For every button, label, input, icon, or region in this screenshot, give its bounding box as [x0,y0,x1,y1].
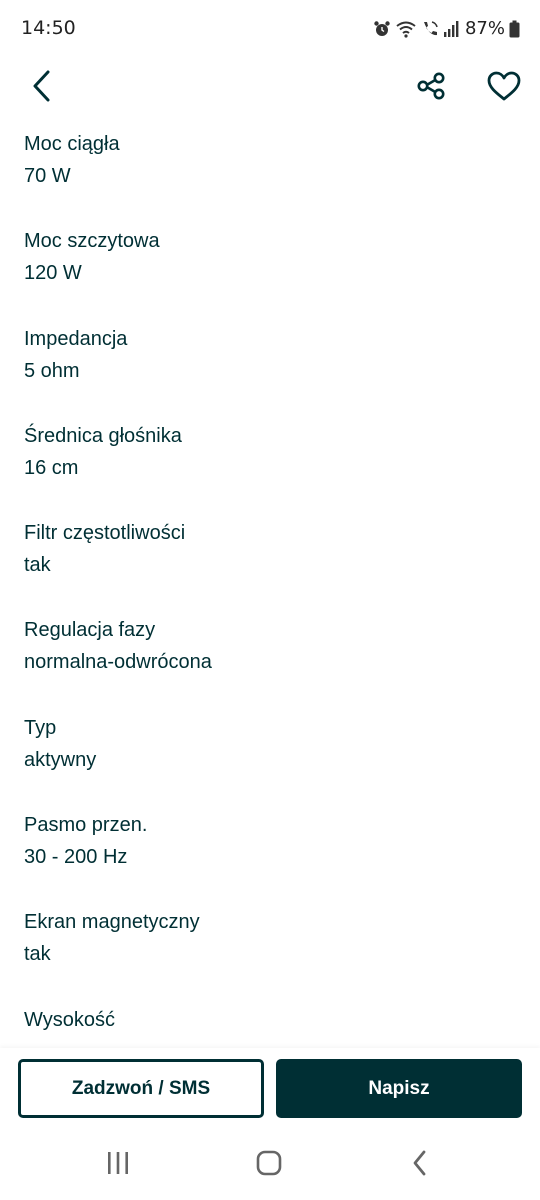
signal-icon [443,20,459,38]
back-button[interactable] [22,68,62,108]
param-row: Filtr częstotliwości tak [24,517,516,614]
param-value: normalna-odwrócona [24,651,212,674]
param-value: 5 ohm [24,359,80,382]
param-row: Moc szczytowa 120 W [24,225,516,322]
recent-apps-button[interactable] [98,1150,138,1180]
param-value: 120 W [24,262,82,285]
system-back-button[interactable] [400,1150,440,1180]
param-label: Wysokość [24,1008,115,1031]
param-value: aktywny [24,748,97,771]
alarm-icon [373,20,391,38]
param-row: Pasmo przen. 30 - 200 Hz [24,809,516,906]
param-row: Regulacja fazy normalna-odwrócona [24,614,516,711]
back-arrow-icon [30,69,54,108]
share-icon [415,70,447,107]
param-row: Średnica głośnika 16 cm [24,420,516,517]
home-button[interactable] [249,1150,289,1180]
param-label: Pasmo przen. [24,814,148,837]
param-row: Impedancja 5 ohm [24,323,516,420]
param-value: 70 W [24,165,71,187]
param-label: Moc ciągła [24,133,120,155]
favorite-button[interactable] [484,68,524,108]
heart-icon [486,70,522,107]
status-time: 14:50 [21,17,76,39]
recent-apps-icon [105,1150,131,1181]
battery-icon [509,20,520,38]
status-bar: 14:50 87% [0,0,540,60]
param-label: Regulacja fazy [24,619,156,642]
param-label: Impedancja [24,327,128,350]
param-row: Moc ciągła 70 W [24,128,516,225]
wifi-calling-icon [421,20,439,38]
write-message-button[interactable]: Napisz [276,1059,522,1118]
param-value: tak [24,554,51,577]
call-sms-button[interactable]: Zadzwoń / SMS [18,1059,264,1118]
parameters-list: Moc ciągła 70 W Moc szczytowa 120 W Impe… [24,128,516,1101]
status-icons: 87% [373,18,520,39]
param-label: Filtr częstotliwości [24,522,186,545]
param-label: Moc szczytowa [24,230,160,253]
home-icon [255,1149,283,1182]
system-nav-bar [0,1132,540,1200]
contact-actions: Zadzwoń / SMS Napisz [0,1048,540,1132]
param-value: tak [24,943,51,966]
back-icon [410,1149,430,1182]
param-value: 30 - 200 Hz [24,846,128,869]
param-value: 16 cm [24,456,79,479]
battery-percent: 87% [464,18,505,39]
top-bar [0,60,540,120]
param-row: Ekran magnetyczny tak [24,906,516,1003]
param-label: Średnica głośnika [24,424,182,447]
param-label: Typ [24,716,57,739]
param-row: Typ aktywny [24,712,516,809]
wifi-icon [395,20,417,38]
share-button[interactable] [411,68,451,108]
param-label: Ekran magnetyczny [24,911,200,934]
